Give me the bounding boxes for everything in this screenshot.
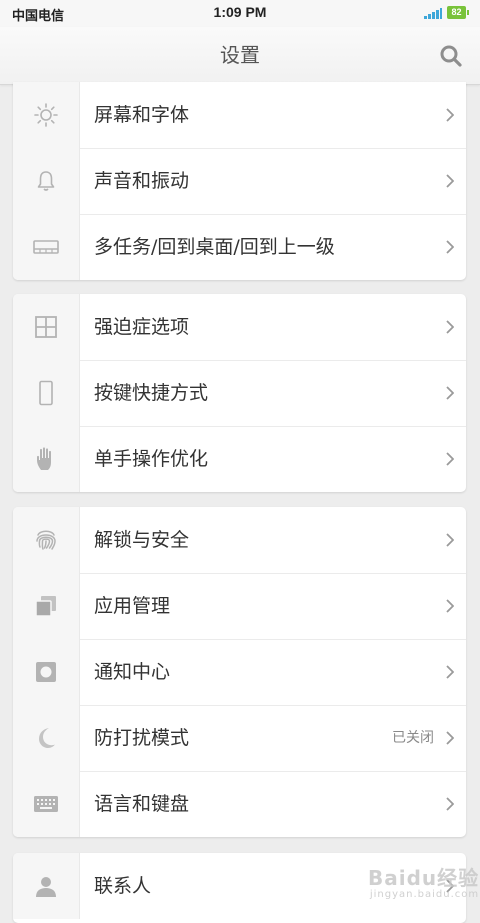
baidu-watermark: Baidu经验 jingyan.baidu.com (368, 862, 479, 900)
settings-item-button-shortcuts[interactable]: 按键快捷方式 (13, 360, 466, 426)
chevron-right-icon (446, 731, 454, 745)
dnd-status-value: 已关闭 (392, 730, 434, 746)
phone-icon (39, 380, 53, 406)
settings-item-unlock-security[interactable]: 解锁与安全 (13, 507, 466, 573)
chevron-right-icon (446, 599, 454, 613)
moon-icon (39, 728, 55, 748)
bell-icon (37, 171, 55, 191)
watermark-text: Baidu经验 (368, 866, 480, 890)
chevron-right-icon (446, 797, 454, 811)
chevron-right-icon (446, 174, 454, 188)
settings-item-label: 声音和振动 (94, 170, 190, 192)
settings-item-label: 联系人 (94, 875, 152, 897)
settings-item-label: 屏幕和字体 (94, 104, 190, 126)
settings-item-label: 单手操作优化 (94, 448, 209, 470)
chevron-right-icon (446, 108, 454, 122)
settings-item-label: 按键快捷方式 (94, 382, 209, 404)
settings-item-label: 防打扰模式 (94, 727, 190, 749)
settings-item-label: 通知中心 (94, 661, 171, 683)
settings-item-label: 应用管理 (94, 595, 171, 617)
item-icon-cell (13, 705, 80, 771)
settings-item-label: 多任务/回到桌面/回到上一级 (94, 236, 335, 258)
hand-icon (37, 447, 51, 470)
settings-item-display[interactable]: 屏幕和字体 (13, 82, 466, 148)
item-icon-cell (13, 82, 80, 148)
chevron-right-icon (446, 665, 454, 679)
watermark-url: jingyan.baidu.com (369, 889, 480, 900)
item-icon-cell (13, 360, 80, 426)
chevron-right-icon (446, 452, 454, 466)
search-icon (440, 45, 462, 67)
signal-icon (424, 8, 442, 19)
settings-group-system: 解锁与安全 应用管理 通知中心 防打扰模式 已关闭 语言和键盘 (13, 507, 466, 837)
settings-item-one-hand[interactable]: 单手操作优化 (13, 426, 466, 492)
item-icon-cell (13, 214, 80, 280)
item-icon-cell (13, 426, 80, 492)
item-icon-cell (13, 573, 80, 639)
fingerprint-icon (36, 530, 56, 550)
search-button[interactable] (438, 43, 464, 69)
settings-group-behavior: 强迫症选项 按键快捷方式 单手操作优化 (13, 294, 466, 492)
settings-item-language-keyboard[interactable]: 语言和键盘 (13, 771, 466, 837)
chevron-right-icon (446, 533, 454, 547)
settings-group-display: 屏幕和字体 声音和振动 多任务/回到桌面/回到上一级 (13, 82, 466, 280)
chevron-right-icon (446, 240, 454, 254)
settings-item-label: 语言和键盘 (94, 793, 190, 815)
apps-icon (35, 596, 56, 617)
keys-icon (33, 240, 59, 254)
battery-icon: 82 (447, 6, 469, 19)
settings-item-app-management[interactable]: 应用管理 (13, 573, 466, 639)
settings-item-label: 强迫症选项 (94, 316, 190, 338)
item-icon-cell (13, 148, 80, 214)
settings-item-sound[interactable]: 声音和振动 (13, 148, 466, 214)
settings-item-notification-center[interactable]: 通知中心 (13, 639, 466, 705)
settings-item-label: 解锁与安全 (94, 529, 190, 551)
item-icon-cell (13, 771, 80, 837)
person-icon (36, 877, 56, 897)
header-bar: 设置 (0, 27, 480, 85)
settings-item-multitask[interactable]: 多任务/回到桌面/回到上一级 (13, 214, 466, 280)
item-icon-cell (13, 507, 80, 573)
grid-icon (35, 316, 57, 338)
status-time: 1:09 PM (213, 4, 267, 20)
settings-item-do-not-disturb[interactable]: 防打扰模式 已关闭 (13, 705, 466, 771)
keyboard-icon (34, 796, 58, 812)
chevron-right-icon (446, 386, 454, 400)
chevron-right-icon (446, 320, 454, 334)
notification-icon (36, 662, 56, 682)
item-icon-cell (13, 639, 80, 705)
settings-item-ocd-options[interactable]: 强迫症选项 (13, 294, 466, 360)
status-bar: 中国电信 1:09 PM 82 (0, 0, 480, 27)
item-icon-cell (13, 294, 80, 360)
brightness-icon (34, 103, 58, 127)
item-icon-cell (13, 853, 80, 919)
page-title: 设置 (220, 43, 260, 67)
